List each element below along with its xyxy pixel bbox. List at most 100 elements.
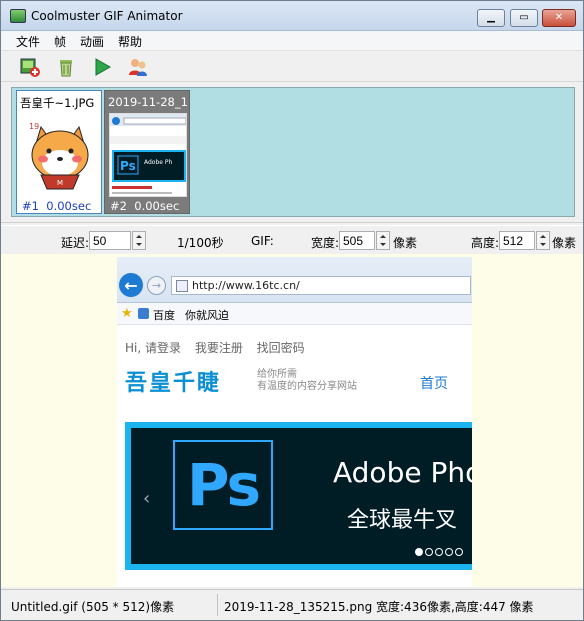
spin-down-icon bbox=[136, 243, 142, 247]
delay-label: 延迟: bbox=[61, 236, 90, 250]
menu-animation[interactable]: 动画 bbox=[73, 31, 111, 50]
register-link-text: 我要注册 bbox=[194, 341, 243, 355]
menu-bar: 文件 帧 动画 帮助 bbox=[1, 31, 583, 51]
shiba-cartoon-image: 19 M bbox=[21, 113, 99, 197]
frame-strip: 吾皇千~1.JPG 19 M #1 0.00sec 2019-11-28_1 P… bbox=[11, 87, 575, 217]
frame-properties-bar: 延迟: 1/100秒 GIF: 宽度: 像素 高度: 像素 bbox=[1, 228, 583, 254]
photoshop-logo: Ps bbox=[173, 440, 273, 530]
delay-spinner[interactable] bbox=[132, 231, 146, 250]
height-spinner[interactable] bbox=[536, 231, 550, 250]
frame-name: 2019-11-28_1 bbox=[108, 95, 188, 109]
back-arrow-icon: ← bbox=[119, 273, 143, 297]
thumb-ps-text: Ps bbox=[120, 159, 136, 173]
splitter[interactable] bbox=[1, 222, 583, 226]
app-icon bbox=[10, 9, 26, 23]
thumb-label-1: 19 bbox=[29, 122, 39, 131]
toolbar bbox=[1, 52, 583, 82]
page-icon bbox=[176, 280, 188, 292]
height-unit-label: 像素 bbox=[552, 236, 577, 250]
frame-preview-image: 19 M bbox=[21, 113, 99, 197]
spin-down-icon bbox=[380, 243, 386, 247]
minimize-icon: ▁ bbox=[487, 12, 495, 23]
maximize-button[interactable]: ▭ bbox=[510, 9, 538, 27]
favorite-item-baidu: 百度 bbox=[153, 309, 175, 322]
preview-canvas: ← → http://www.16tc.cn/ ★ 百度 你就风迫 Hi, 请登… bbox=[1, 254, 583, 587]
height-label: 高度: bbox=[471, 236, 500, 250]
status-file-info: Untitled.gif (505 * 512)像素 bbox=[11, 600, 175, 614]
play-icon bbox=[95, 57, 112, 76]
slider-left-arrow-icon: ‹ bbox=[143, 488, 151, 509]
recover-password-link-text: 找回密码 bbox=[256, 341, 305, 355]
width-input[interactable] bbox=[339, 231, 375, 250]
login-link-text: Hi, 请登录 bbox=[125, 341, 181, 355]
favorites-star-icon: ★ bbox=[121, 306, 133, 321]
frame-info-2: #2 0.00sec bbox=[110, 199, 179, 213]
maximize-icon: ▭ bbox=[519, 12, 529, 23]
delete-frame-icon bbox=[60, 59, 72, 76]
favorites-bar-image: ★ 百度 你就风迫 bbox=[117, 303, 472, 325]
frame-index: #2 bbox=[110, 199, 127, 213]
title-bar[interactable]: Coolmuster GIF Animator ▁ ▭ ✕ bbox=[1, 1, 583, 31]
slider-dots bbox=[415, 548, 463, 556]
delay-unit-label: 1/100秒 bbox=[177, 236, 224, 250]
height-input[interactable] bbox=[499, 231, 535, 250]
menu-file[interactable]: 文件 bbox=[9, 31, 47, 50]
page-nav-image: Hi, 请登录 我要注册 找回密码 bbox=[125, 339, 315, 356]
status-bar: Untitled.gif (505 * 512)像素 2019-11-28_13… bbox=[1, 589, 583, 620]
browser-toolbar-image: ← → http://www.16tc.cn/ bbox=[117, 257, 472, 303]
slider-dot bbox=[435, 548, 443, 556]
thumb-adobe-text: Adobe Ph bbox=[144, 159, 173, 166]
forward-arrow-icon: → bbox=[147, 276, 166, 295]
photoshop-banner-image: ‹ Ps Adobe Pho 全球最牛叉 bbox=[125, 422, 472, 570]
close-button[interactable]: ✕ bbox=[542, 9, 576, 27]
minimize-button[interactable]: ▁ bbox=[477, 9, 505, 27]
thumb-label-2: M bbox=[57, 179, 63, 187]
users-icon bbox=[129, 58, 147, 76]
baidu-icon bbox=[138, 308, 149, 319]
gif-label: GIF: bbox=[251, 234, 274, 248]
spin-down-icon bbox=[540, 243, 546, 247]
spin-up-icon bbox=[540, 234, 546, 238]
banner-inner: ‹ Ps Adobe Pho 全球最牛叉 bbox=[131, 428, 472, 564]
slider-dot bbox=[455, 548, 463, 556]
favorite-item-2: 你就风迫 bbox=[185, 309, 229, 322]
slogan-line-2: 有温度的内容分享网站 bbox=[257, 381, 357, 392]
menu-help[interactable]: 帮助 bbox=[111, 31, 149, 50]
site-slogan: 给你所需 有温度的内容分享网站 bbox=[257, 369, 357, 393]
width-unit-label: 像素 bbox=[393, 236, 418, 250]
banner-subtitle: 全球最牛叉 bbox=[347, 508, 458, 533]
delete-frame-button[interactable] bbox=[53, 55, 79, 79]
width-label: 宽度: bbox=[311, 236, 340, 250]
frame-delay: 0.00sec bbox=[134, 199, 180, 213]
add-frame-button[interactable] bbox=[17, 55, 43, 79]
play-button[interactable] bbox=[89, 55, 115, 79]
menu-frame[interactable]: 帧 bbox=[47, 31, 73, 50]
window-title: Coolmuster GIF Animator bbox=[31, 9, 183, 23]
home-link-text: 首页 bbox=[420, 376, 448, 392]
slider-dot-active bbox=[415, 548, 423, 556]
spin-up-icon bbox=[380, 234, 386, 238]
banner-title: Adobe Pho bbox=[333, 456, 472, 489]
add-frame-icon bbox=[20, 58, 40, 77]
frame-info-1: #1 0.00sec bbox=[22, 199, 91, 213]
address-text: http://www.16tc.cn/ bbox=[192, 279, 300, 292]
slider-dot bbox=[445, 548, 453, 556]
slider-dot bbox=[425, 548, 433, 556]
close-icon: ✕ bbox=[554, 12, 564, 23]
frame-preview-large: ← → http://www.16tc.cn/ ★ 百度 你就风迫 Hi, 请登… bbox=[117, 257, 472, 587]
width-spinner[interactable] bbox=[376, 231, 390, 250]
frame-index: #1 bbox=[22, 199, 39, 213]
address-bar-image: http://www.16tc.cn/ bbox=[171, 276, 471, 295]
frame-preview-image: Ps Adobe Ph bbox=[109, 113, 187, 197]
status-frame-info: 2019-11-28_135215.png 宽度:436像素,高度:447 像素 bbox=[224, 600, 534, 614]
frame-thumbnail-2[interactable]: 2019-11-28_1 Ps Adobe Ph #2 0.00sec bbox=[104, 90, 190, 214]
slogan-line-1: 给你所需 bbox=[257, 369, 297, 380]
delay-input[interactable] bbox=[89, 231, 131, 250]
site-logo-text: 吾皇千睫 bbox=[125, 370, 222, 396]
status-separator bbox=[217, 594, 218, 616]
frame-delay: 0.00sec bbox=[46, 199, 92, 213]
frame-thumbnail-1[interactable]: 吾皇千~1.JPG 19 M #1 0.00sec bbox=[16, 90, 102, 214]
frame-name: 吾皇千~1.JPG bbox=[20, 96, 95, 110]
spin-up-icon bbox=[136, 234, 142, 238]
users-button[interactable] bbox=[125, 55, 151, 79]
